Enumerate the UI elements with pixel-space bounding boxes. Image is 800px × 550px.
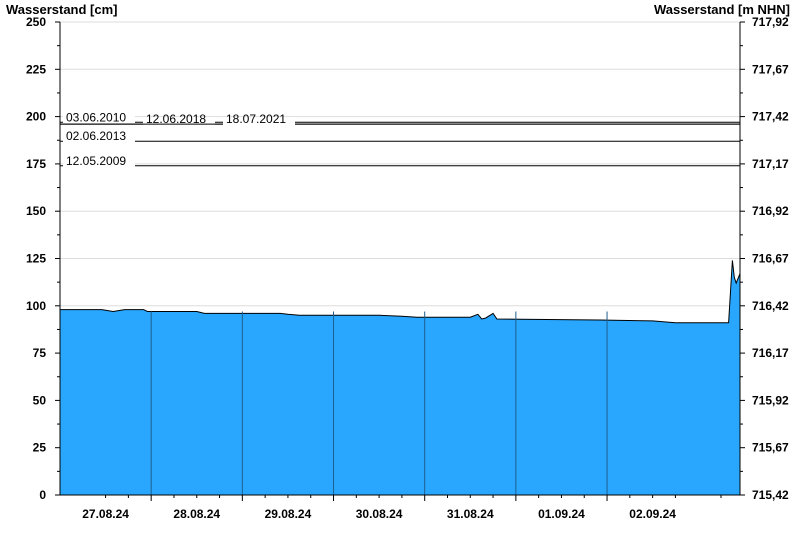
x-tick-label: 29.08.24 [265, 507, 312, 521]
water-level-chart: Wasserstand [cm] Wasserstand [m NHN] 03.… [6, 2, 790, 521]
x-tick-label: 31.08.24 [447, 507, 494, 521]
right-tick-label: 716,67 [752, 252, 789, 266]
left-tick-label: 50 [33, 393, 47, 407]
x-tick-label: 30.08.24 [356, 507, 403, 521]
reference-label: 03.06.2010 [66, 110, 126, 124]
x-ticks: 27.08.24 28.08.24 29.08.24 30.08.24 31.08.24… [82, 495, 722, 521]
left-tick-label: 150 [26, 204, 46, 218]
left-tick-label: 75 [33, 346, 47, 360]
right-tick-label: 715,67 [752, 441, 789, 455]
reference-label: 02.06.2013 [66, 129, 126, 143]
right-tick-label: 715,42 [752, 488, 789, 502]
left-tick-label: 225 [26, 62, 46, 76]
x-tick-label: 27.08.24 [82, 507, 129, 521]
left-tick-label: 250 [26, 15, 46, 29]
water-level-area [60, 260, 741, 495]
water-level-fill [60, 260, 740, 495]
right-y-ticks: 715,42 715,67 715,92 716,17 716,42 716,67 716,… [740, 15, 789, 502]
right-tick-label: 717,42 [752, 110, 789, 124]
left-tick-label: 0 [39, 488, 46, 502]
right-tick-label: 716,92 [752, 204, 789, 218]
left-tick-label: 175 [26, 157, 46, 171]
reference-label: 18.07.2021 [226, 112, 286, 126]
left-axis-title: Wasserstand [cm] [6, 2, 118, 17]
right-tick-label: 715,92 [752, 393, 789, 407]
reference-lines: 03.06.2010 12.06.2018 18.07.202102.06.2013… [60, 110, 740, 168]
x-tick-label: 01.09.24 [538, 507, 585, 521]
right-tick-label: 717,92 [752, 15, 789, 29]
right-tick-label: 716,42 [752, 299, 789, 313]
left-tick-label: 25 [33, 441, 47, 455]
x-tick-label: 28.08.24 [173, 507, 220, 521]
left-tick-label: 200 [26, 110, 46, 124]
left-tick-label: 100 [26, 299, 46, 313]
right-tick-label: 716,17 [752, 346, 789, 360]
left-tick-label: 125 [26, 252, 46, 266]
x-tick-label: 02.09.24 [629, 507, 676, 521]
right-tick-label: 717,17 [752, 157, 789, 171]
left-y-ticks: 0 25 50 75 100 125 150 175 200 225 250 [26, 15, 60, 502]
right-tick-label: 717,67 [752, 62, 789, 76]
reference-label: 12.05.2009 [66, 154, 126, 168]
